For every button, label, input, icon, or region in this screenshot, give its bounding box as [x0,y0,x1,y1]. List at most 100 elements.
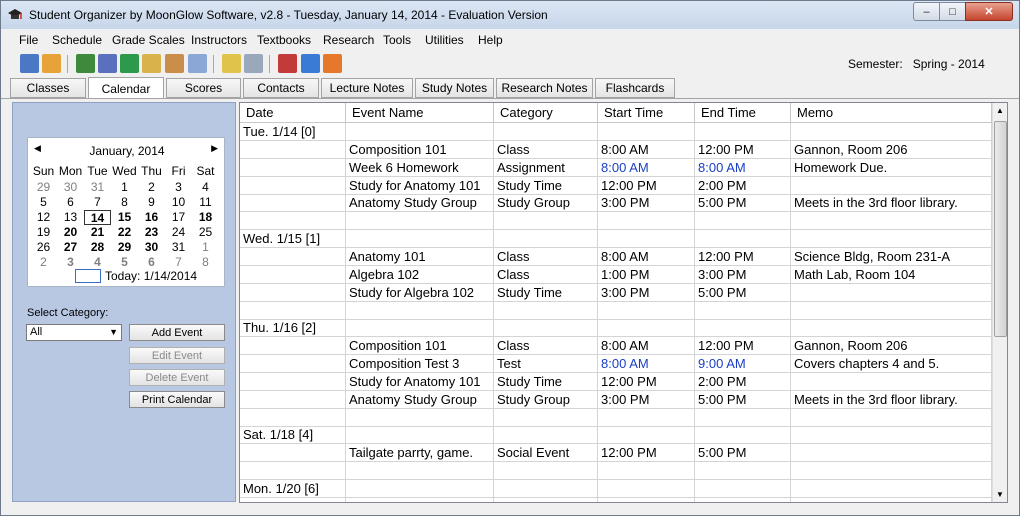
table-row[interactable]: Anatomy 101 Class 8:00 AM 12:00 PM Science B… [240,247,992,266]
exit-icon[interactable] [323,54,342,73]
calendar-day[interactable]: 17 [165,210,192,225]
calendar-day[interactable]: 28 [84,240,111,255]
calendar-day[interactable]: 2 [138,180,165,195]
table-row[interactable] [240,408,992,427]
calendar-day[interactable]: 11 [192,195,219,210]
header-date[interactable]: Date [240,103,346,123]
table-row[interactable]: Study for Anatomy 101 Study Time 12:00 PM 2… [240,372,992,391]
table-row[interactable] [240,301,992,320]
calendar-day[interactable]: 14 [84,210,111,225]
calendar-day[interactable]: 19 [30,225,57,240]
help-book-icon[interactable] [301,54,320,73]
calendar-day[interactable]: 21 [84,225,111,240]
notes-icon[interactable] [98,54,117,73]
calendar-day[interactable]: 5 [30,195,57,210]
menu-utilities[interactable]: Utilities [425,33,464,47]
header-start-time[interactable]: Start Time [598,103,695,123]
tools-icon[interactable] [278,54,297,73]
table-row[interactable]: Composition 101 Class 8:00 AM 12:00 PM Ganno… [240,337,992,356]
menu-grade-scales[interactable]: Grade Scales [112,33,185,47]
calendar-day[interactable]: 31 [165,240,192,255]
calendar-day[interactable]: 29 [30,180,57,195]
table-row[interactable]: Composition Test 3 Test 8:00 AM 9:00 AM Cove… [240,355,992,374]
today-label[interactable]: Today: 1/14/2014 [105,269,197,283]
table-row[interactable]: Tue. 1/14 [0] [240,123,992,141]
calendar-day[interactable]: 16 [138,210,165,225]
menu-file[interactable]: File [19,33,38,47]
table-row[interactable]: Tailgate parrty, game. Social Event 12:00 … [240,444,992,463]
edit-icon[interactable] [222,54,241,73]
calendar-day[interactable]: 24 [165,225,192,240]
header-end-time[interactable]: End Time [695,103,791,123]
title-bar[interactable]: Student Organizer by MoonGlow Software, … [1,1,1019,29]
calendar-day[interactable]: 4 [84,255,111,270]
calendar-icon[interactable] [142,54,161,73]
calendar-day[interactable]: 18 [192,210,219,225]
table-row[interactable]: Anatomy Study Group Study Group 3:00 PM 5:0… [240,194,992,213]
menu-help[interactable]: Help [478,33,503,47]
calendar-day[interactable]: 2 [30,255,57,270]
menu-tools[interactable]: Tools [383,33,411,47]
calendar-day[interactable]: 8 [192,255,219,270]
tab-contacts[interactable]: Contacts [243,78,319,98]
calendar-day[interactable]: 3 [165,180,192,195]
calendar-day[interactable]: 4 [192,180,219,195]
table-row[interactable]: Composition 101 Class 8:00 AM 12:00 PM Ganno… [240,140,992,159]
calendar-day[interactable]: 23 [138,225,165,240]
calendar-day[interactable]: 1 [111,180,138,195]
tab-flashcards[interactable]: Flashcards [595,78,675,98]
maximize-button[interactable]: □ [939,2,966,21]
schedule-icon[interactable] [42,54,61,73]
classes-icon[interactable] [20,54,39,73]
calendar-day[interactable]: 7 [165,255,192,270]
alarm-icon[interactable] [188,54,207,73]
scroll-thumb[interactable] [994,121,1007,337]
table-row[interactable]: Thu. 1/16 [2] [240,319,992,338]
calendar-day[interactable]: 3 [57,255,84,270]
table-row[interactable]: Wed. 1/15 [1] [240,230,992,249]
tab-classes[interactable]: Classes [10,78,86,98]
calendar-day[interactable]: 26 [30,240,57,255]
close-button[interactable]: ✕ [965,2,1013,21]
calendar-day[interactable]: 12 [30,210,57,225]
table-row[interactable] [240,462,992,481]
minimize-button[interactable]: – [913,2,940,21]
vertical-scrollbar[interactable]: ▲ ▼ [992,103,1007,502]
calendar-day[interactable]: 30 [138,240,165,255]
table-row[interactable] [240,497,992,502]
calendar-day[interactable]: 15 [111,210,138,225]
header-event-name[interactable]: Event Name [346,103,494,123]
print-calendar-button[interactable]: Print Calendar [129,391,225,408]
month-calendar[interactable]: ◀ January, 2014 ▶ Sun Mon Tue Wed Thu Fri Sat … [27,137,225,287]
add-event-button[interactable]: Add Event [129,324,225,341]
calendar-day[interactable]: 25 [192,225,219,240]
category-select[interactable]: All ▼ [26,324,122,341]
calendar-day[interactable]: 6 [138,255,165,270]
scroll-down-icon[interactable]: ▼ [996,490,1004,499]
grades-icon[interactable] [76,54,95,73]
books-icon[interactable] [120,54,139,73]
table-row[interactable]: Anatomy Study Group Study Group 3:00 PM 5:0… [240,390,992,409]
delete-event-button[interactable]: Delete Event [129,369,225,386]
calendar-day[interactable]: 5 [111,255,138,270]
calendar-day[interactable]: 31 [84,180,111,195]
menu-research[interactable]: Research [323,33,374,47]
tab-study-notes[interactable]: Study Notes [415,78,494,98]
calendar-day[interactable]: 1 [192,240,219,255]
scroll-up-icon[interactable]: ▲ [996,106,1004,115]
calendar-day[interactable]: 13 [57,210,84,225]
edit-event-button[interactable]: Edit Event [129,347,225,364]
menu-schedule[interactable]: Schedule [52,33,102,47]
calendar-day[interactable]: 27 [57,240,84,255]
calendar-day[interactable]: 20 [57,225,84,240]
menu-instructors[interactable]: Instructors [191,33,247,47]
calendar-day[interactable]: 6 [57,195,84,210]
tab-calendar[interactable]: Calendar [88,77,164,99]
table-row[interactable]: Study for Algebra 102 Study Time 3:00 PM 5:… [240,283,992,302]
calendar-day[interactable]: 9 [138,195,165,210]
table-row[interactable]: Week 6 Homework Assignment 8:00 AM 8:00 AM H… [240,158,992,177]
calendar-day[interactable]: 8 [111,195,138,210]
header-category[interactable]: Category [494,103,598,123]
tab-scores[interactable]: Scores [166,78,241,98]
header-memo[interactable]: Memo [791,103,992,123]
